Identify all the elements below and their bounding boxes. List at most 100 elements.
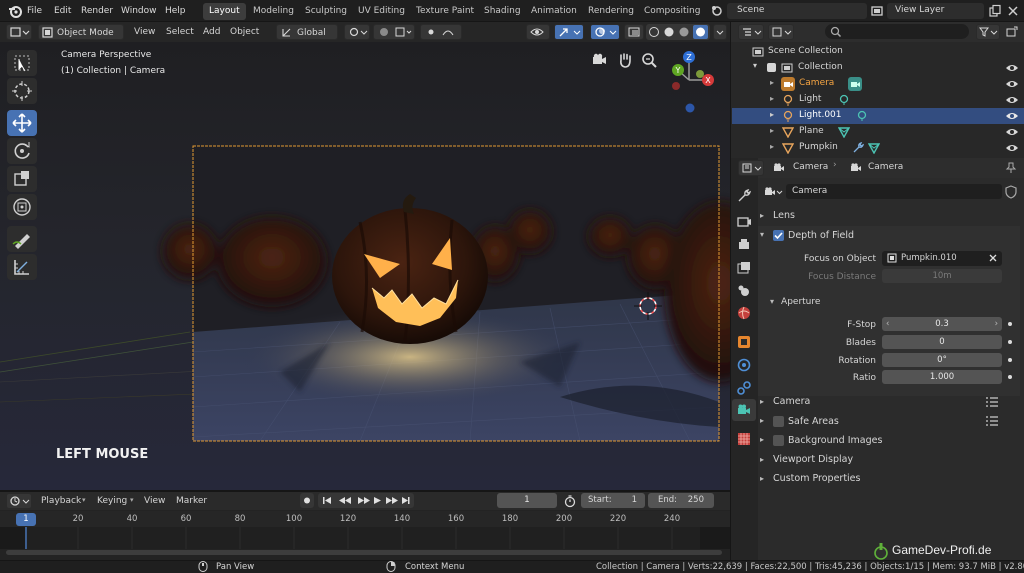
menu-edit[interactable]: Edit — [54, 0, 71, 22]
outliner-row-pumpkin[interactable]: ▸ Pumpkin — [732, 140, 1024, 156]
view-layer-icon[interactable] — [870, 4, 884, 18]
eye-icon[interactable] — [1005, 110, 1019, 122]
aperture-subpanel-header[interactable]: ▾ Aperture — [770, 293, 970, 311]
pan-hand-icon[interactable] — [616, 51, 634, 69]
tab-shading[interactable]: Shading — [478, 3, 527, 20]
pin-icon[interactable] — [1005, 162, 1017, 174]
outliner-row-plane[interactable]: ▸ Plane — [732, 124, 1024, 140]
shading-options-button[interactable] — [713, 24, 727, 40]
eye-icon[interactable] — [1005, 126, 1019, 138]
eye-icon[interactable] — [1005, 62, 1019, 74]
focus-distance-field[interactable]: 10m — [882, 269, 1002, 283]
eye-icon[interactable] — [1005, 78, 1019, 90]
keyframe-dot-icon[interactable] — [1008, 375, 1012, 379]
pivot-button[interactable] — [344, 24, 370, 40]
expand-plane-icon[interactable]: ▸ — [770, 126, 774, 135]
viewport-display-panel-header[interactable]: ▸ Viewport Display — [760, 451, 1010, 469]
viewport-menu-select[interactable]: Select — [166, 27, 194, 37]
eye-icon[interactable] — [1005, 142, 1019, 154]
rotate-tool[interactable] — [7, 138, 37, 164]
menu-window[interactable]: Window — [121, 0, 157, 22]
new-collection-icon[interactable] — [1006, 26, 1018, 38]
view-layer-properties-icon[interactable] — [736, 260, 752, 276]
timeline-menu-view[interactable]: View — [144, 496, 165, 506]
constraints-properties-icon[interactable] — [736, 380, 752, 396]
keyframe-dot-icon[interactable] — [1008, 322, 1012, 326]
tab-uv-editing[interactable]: UV Editing — [352, 3, 411, 20]
view-layer-selector[interactable]: View Layer — [887, 3, 984, 19]
world-properties-icon[interactable] — [736, 305, 752, 321]
background-images-checkbox[interactable] — [773, 435, 784, 446]
tab-layout[interactable]: Layout — [203, 3, 246, 20]
outliner-search-input[interactable] — [825, 24, 969, 39]
playhead-frame-badge[interactable]: 1 — [16, 513, 36, 526]
overlays-button[interactable] — [590, 24, 620, 40]
expand-light-icon[interactable]: ▸ — [770, 94, 774, 103]
fake-user-shield-icon[interactable] — [1004, 185, 1018, 199]
properties-data-name[interactable]: Camera — [868, 162, 903, 172]
properties-editor-type-button[interactable] — [738, 160, 764, 176]
timeline-menu-playback[interactable]: Playback — [41, 496, 81, 506]
outliner-row-camera[interactable]: ▸ Camera — [732, 76, 1024, 92]
visibility-button[interactable] — [526, 24, 550, 40]
menu-help[interactable]: Help — [165, 0, 186, 22]
display-mode-button[interactable] — [768, 24, 794, 40]
tab-rendering[interactable]: Rendering — [582, 3, 640, 20]
timeline-menu-keying[interactable]: Keying — [97, 496, 127, 506]
timeline-menu-marker[interactable]: Marker — [176, 496, 207, 506]
select-box-tool[interactable] — [7, 50, 37, 76]
expand-camera-icon[interactable]: ▸ — [770, 78, 774, 87]
tab-modeling[interactable]: Modeling — [247, 3, 300, 20]
close-icon[interactable] — [1006, 4, 1020, 18]
camera-datablock-icon[interactable] — [764, 185, 784, 199]
eye-icon[interactable] — [1005, 94, 1019, 106]
custom-properties-panel-header[interactable]: ▸ Custom Properties — [760, 470, 1010, 488]
tab-sculpting[interactable]: Sculpting — [299, 3, 353, 20]
navigation-gizmo[interactable]: Z X Y — [664, 48, 724, 114]
timeline-track-area[interactable] — [0, 527, 730, 549]
object-properties-icon[interactable] — [736, 334, 752, 350]
rotation-field[interactable]: 0° — [882, 353, 1002, 367]
annotate-tool[interactable] — [7, 226, 37, 252]
proportional-edit-button[interactable] — [420, 24, 462, 40]
expand-light-001-icon[interactable]: ▸ — [770, 110, 774, 119]
fstop-field[interactable]: ‹ 0.3 › — [882, 317, 1002, 331]
scene-icon[interactable] — [710, 4, 724, 18]
viewport-menu-view[interactable]: View — [134, 27, 155, 37]
camera-panel-header[interactable]: ▸ Camera — [760, 393, 1010, 411]
physics-properties-icon[interactable] — [736, 357, 752, 373]
safe-areas-checkbox[interactable] — [773, 416, 784, 427]
snap-button[interactable] — [373, 24, 415, 40]
start-frame-field[interactable]: Start: 1 — [581, 493, 645, 508]
tab-compositing[interactable]: Compositing — [638, 3, 706, 20]
outliner-row-scene-collection[interactable]: Scene Collection — [732, 44, 1024, 60]
timeline-scrollbar[interactable] — [6, 550, 722, 555]
collection-checkbox[interactable] — [767, 63, 776, 72]
clear-field-icon[interactable] — [988, 253, 998, 263]
focus-object-field[interactable]: Pumpkin.010 — [882, 251, 1002, 266]
record-button[interactable] — [300, 493, 314, 508]
tab-texture-paint[interactable]: Texture Paint — [410, 3, 480, 20]
expand-collection-icon[interactable]: ▾ — [753, 61, 757, 70]
camera-view-icon[interactable] — [590, 51, 608, 69]
decrement-arrow-icon[interactable]: ‹ — [886, 317, 889, 331]
current-frame-field[interactable]: 1 — [497, 493, 557, 508]
menu-render[interactable]: Render — [81, 0, 113, 22]
data-properties-tab-active[interactable] — [732, 399, 756, 421]
lens-panel-header[interactable]: ▸ Lens — [760, 207, 1010, 225]
outliner-row-collection[interactable]: ▾ Collection — [732, 60, 1024, 76]
dof-checkbox[interactable] — [773, 230, 784, 241]
properties-object-name[interactable]: Camera — [793, 162, 828, 172]
xray-button[interactable] — [624, 24, 644, 40]
scene-selector[interactable]: Scene — [727, 3, 867, 19]
measure-tool[interactable] — [7, 254, 37, 280]
zoom-icon[interactable] — [640, 51, 658, 69]
menu-file[interactable]: File — [27, 0, 42, 22]
keyframe-dot-icon[interactable] — [1008, 340, 1012, 344]
stopwatch-icon[interactable] — [563, 494, 577, 508]
camera-datablock-field[interactable]: Camera — [786, 184, 1002, 199]
tab-animation[interactable]: Animation — [525, 3, 583, 20]
outliner-editor-type-button[interactable] — [738, 24, 764, 40]
output-properties-icon[interactable] — [736, 237, 752, 253]
presets-list-icon[interactable] — [986, 416, 998, 426]
